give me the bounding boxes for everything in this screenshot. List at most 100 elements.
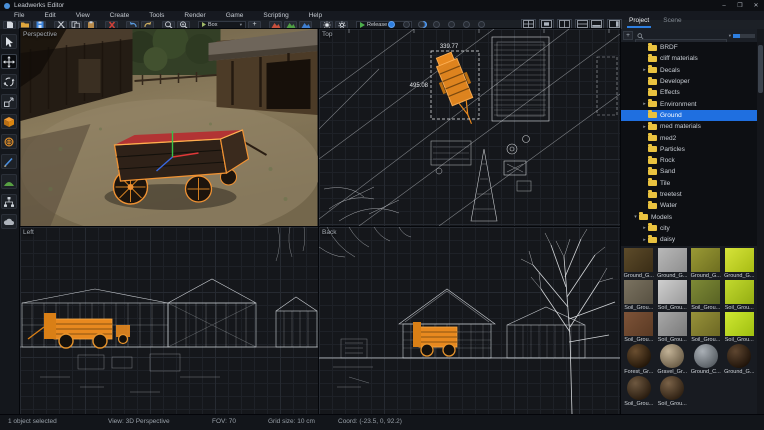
tree-item-brdf[interactable]: BRDF — [621, 42, 757, 53]
close-button[interactable]: ✕ — [748, 0, 764, 11]
vertex-tool-button[interactable] — [1, 134, 17, 149]
asset-thumbnail[interactable] — [727, 344, 751, 368]
object-type-dropdown[interactable]: Box ▾ — [198, 21, 246, 29]
tree-item-environment[interactable]: ▸Environment — [621, 98, 757, 109]
asset-soil-grou-[interactable]: Soil_Grou... — [622, 280, 656, 311]
asset-thumbnail[interactable] — [627, 376, 651, 400]
tree-item-ground[interactable]: Ground — [621, 110, 757, 121]
render-mode-button-6[interactable] — [463, 21, 470, 28]
terrain-water-button[interactable] — [299, 21, 312, 29]
terrain-sculpt-button[interactable] — [269, 21, 282, 29]
asset-forest-gr-[interactable]: Forest_Gr... — [622, 344, 656, 375]
asset-thumbnail[interactable] — [691, 280, 720, 304]
asset-soil-grou-[interactable]: Soil_Grou... — [656, 312, 690, 343]
asset-thumbnail[interactable] — [658, 312, 687, 336]
filter-chevron-icon[interactable]: ▾ — [729, 33, 731, 39]
expand-arrow-icon[interactable]: ▸ — [641, 101, 648, 107]
delete-button[interactable] — [105, 21, 118, 29]
menu-scripting[interactable]: Scripting — [253, 12, 298, 19]
scrollbar-thumb[interactable] — [758, 45, 763, 93]
cut-button[interactable] — [54, 21, 67, 29]
render-mode-button-4[interactable] — [433, 21, 440, 28]
thumbnail-size-slider[interactable] — [733, 34, 755, 38]
copy-button[interactable] — [69, 21, 82, 29]
asset-soil-grou-[interactable]: Soil_Grou... — [622, 376, 656, 407]
tree-item-effects[interactable]: Effects — [621, 87, 757, 98]
asset-thumbnail[interactable] — [624, 280, 653, 304]
render-mode-button-3[interactable] — [418, 21, 425, 28]
asset-thumbnail[interactable] — [660, 376, 684, 400]
zoom-in-button[interactable] — [177, 21, 190, 29]
expand-arrow-icon[interactable]: ▸ — [641, 124, 648, 130]
toggle-bottom-panel-button[interactable] — [589, 19, 604, 30]
asset-ground-g-[interactable]: Ground_G... — [723, 248, 757, 279]
tree-item-city[interactable]: ▸city — [621, 223, 757, 234]
asset-thumbnail[interactable] — [660, 344, 684, 368]
tree-item-particles[interactable]: Particles — [621, 144, 757, 155]
menu-edit[interactable]: Edit — [34, 12, 65, 19]
asset-soil-grou-[interactable]: Soil_Grou... — [622, 312, 656, 343]
asset-gravel-gr-[interactable]: Gravel_Gr... — [656, 344, 690, 375]
expand-arrow-icon[interactable]: ▸ — [641, 67, 648, 73]
asset-soil-grou-[interactable]: Soil_Grou... — [723, 312, 757, 343]
settings-gear-button[interactable] — [335, 21, 348, 29]
zoom-out-button[interactable] — [162, 21, 175, 29]
terrain-tool-button[interactable] — [1, 174, 17, 189]
asset-ground-c-[interactable]: Ground_C... — [689, 344, 723, 375]
asset-ground-g-[interactable]: Ground_G... — [689, 248, 723, 279]
open-button[interactable] — [18, 21, 31, 29]
asset-soil-grou-[interactable]: Soil_Grou... — [689, 312, 723, 343]
viewport-back[interactable]: Back — [319, 227, 620, 414]
tree-item-daisy[interactable]: ▸daisy — [621, 234, 757, 245]
move-tool-button[interactable] — [1, 54, 17, 69]
layout-split-vertical-button[interactable] — [557, 19, 572, 30]
menu-game[interactable]: Game — [216, 12, 254, 19]
tree-item-cliff-materials[interactable]: cliff materials — [621, 53, 757, 64]
asset-soil-grou-[interactable]: Soil_Grou... — [689, 280, 723, 311]
tree-item-water[interactable]: Water — [621, 200, 757, 211]
render-mode-button-7[interactable] — [478, 21, 485, 28]
menu-file[interactable]: File — [4, 12, 34, 19]
maximize-button[interactable]: ❐ — [732, 0, 748, 11]
tab-project[interactable]: Project — [627, 16, 651, 28]
asset-thumbnail[interactable] — [627, 344, 651, 368]
asset-thumbnail[interactable] — [725, 312, 754, 336]
asset-thumbnail[interactable] — [624, 248, 653, 272]
render-mode-button-2[interactable] — [403, 21, 410, 28]
asset-ground-g-[interactable]: Ground_G... — [723, 344, 757, 375]
tree-item-treetest[interactable]: treetest — [621, 189, 757, 200]
expand-arrow-icon[interactable]: ▸ — [641, 225, 648, 231]
asset-thumbnail[interactable] — [691, 312, 720, 336]
asset-ground-g-[interactable]: Ground_G... — [656, 248, 690, 279]
tree-item-models[interactable]: ▾Models — [621, 211, 757, 222]
minimize-button[interactable]: – — [716, 0, 732, 11]
menu-help[interactable]: Help — [299, 12, 332, 19]
menu-view[interactable]: View — [66, 12, 100, 19]
asset-soil-grou-[interactable]: Soil_Grou... — [723, 280, 757, 311]
scale-tool-button[interactable] — [1, 94, 17, 109]
menu-tools[interactable]: Tools — [139, 12, 174, 19]
layout-split-horizontal-button[interactable] — [575, 19, 590, 30]
asset-soil-grou-[interactable]: Soil_Grou... — [656, 280, 690, 311]
menu-render[interactable]: Render — [174, 12, 215, 19]
tree-item-decals[interactable]: ▸Decals — [621, 65, 757, 76]
tree-item-med-materials[interactable]: ▸med materials — [621, 121, 757, 132]
render-mode-button-5[interactable] — [448, 21, 455, 28]
redo-button[interactable] — [141, 21, 154, 29]
layout-quad-button[interactable] — [521, 19, 536, 30]
asset-ground-g-[interactable]: Ground_G... — [622, 248, 656, 279]
sun-light-button[interactable] — [320, 21, 333, 29]
tree-item-sand[interactable]: Sand — [621, 166, 757, 177]
tab-scene[interactable]: Scene — [661, 16, 683, 26]
expand-arrow-icon[interactable]: ▸ — [641, 237, 648, 243]
asset-thumbnail[interactable] — [725, 248, 754, 272]
toggle-side-panel-button[interactable] — [607, 19, 622, 30]
undo-button[interactable] — [126, 21, 139, 29]
object-tool-button[interactable] — [1, 114, 17, 129]
add-object-button[interactable]: + — [248, 21, 261, 29]
asset-thumbnail[interactable] — [725, 280, 754, 304]
tree-item-med2[interactable]: med2 — [621, 132, 757, 143]
tree-item-rock[interactable]: Rock — [621, 155, 757, 166]
asset-thumbnail[interactable] — [624, 312, 653, 336]
new-button[interactable] — [3, 21, 16, 29]
